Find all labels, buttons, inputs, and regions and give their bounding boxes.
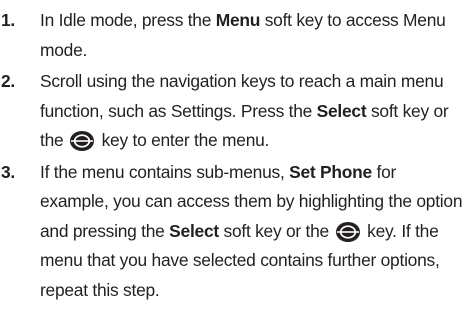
set-phone-label: Set Phone: [289, 161, 372, 182]
step-3: 3. If the menu contains sub-menus, Set P…: [0, 158, 468, 306]
step-number: 2.: [1, 71, 16, 91]
step-text: In Idle mode, press the Menu soft key to…: [40, 10, 446, 60]
step-2: 2. Scroll using the navigation keys to r…: [0, 67, 468, 156]
navigation-key-icon: [69, 130, 95, 152]
navigation-key-icon: [335, 221, 361, 243]
select-key-label: Select: [169, 220, 219, 241]
instruction-list: 1. In Idle mode, press the Menu soft key…: [0, 0, 474, 310]
step-number: 3.: [1, 161, 16, 182]
step-text: Scroll using the navigation keys to reac…: [40, 71, 449, 152]
menu-key-label: Menu: [215, 10, 261, 30]
select-key-label: Select: [316, 100, 367, 121]
step-1: 1. In Idle mode, press the Menu soft key…: [0, 6, 468, 65]
step-text: If the menu contains sub-menus, Set Phon…: [40, 161, 463, 300]
step-number: 1.: [1, 10, 16, 30]
